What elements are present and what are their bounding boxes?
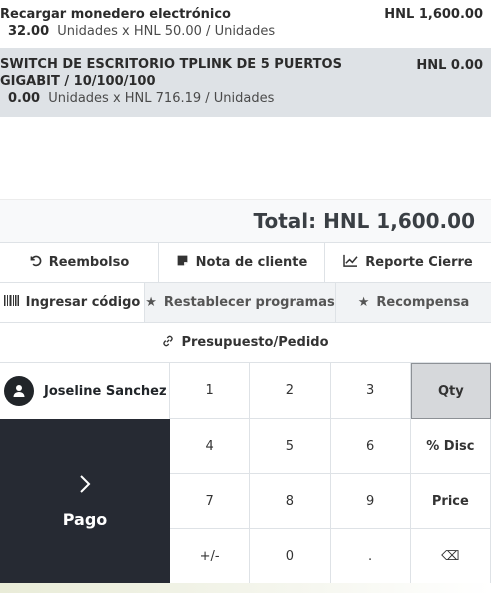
numpad-key-dot[interactable]: . [330, 529, 411, 584]
line-info: 0.00 Unidades x HNL 716.19 / Unidades [0, 90, 483, 107]
user-icon [4, 376, 34, 406]
numpad-key-4[interactable]: 4 [170, 419, 251, 474]
numpad-key-3[interactable]: 3 [330, 363, 411, 419]
backspace-key[interactable]: ⌫ [410, 529, 491, 584]
discount-mode-button[interactable]: % Disc [410, 419, 491, 474]
numpad-key-sign[interactable]: +/- [170, 529, 251, 584]
numpad-key-2[interactable]: 2 [250, 363, 331, 419]
action-pad: Joseline Sanchez Pago 1 2 3 Qty 4 5 6 % … [0, 362, 491, 584]
numpad-key-6[interactable]: 6 [330, 419, 411, 474]
footer-strip [0, 583, 491, 593]
control-row-1: Reembolso Nota de cliente Reporte Cierre [0, 242, 491, 282]
numpad: 1 2 3 Qty 4 5 6 % Disc 7 8 9 Price +/- 0… [170, 363, 491, 584]
customer-note-button[interactable]: Nota de cliente [159, 243, 325, 282]
numpad-key-8[interactable]: 8 [250, 474, 331, 529]
customer-name: Joseline Sanchez [44, 383, 167, 399]
control-row-3: Presupuesto/Pedido [0, 322, 491, 362]
quotation-order-button[interactable]: Presupuesto/Pedido [0, 323, 491, 362]
order-total: Total: HNL 1,600.00 [253, 209, 475, 233]
numpad-key-1[interactable]: 1 [170, 363, 251, 419]
order-line[interactable]: Recargar monedero electrónico HNL 1,600.… [0, 0, 491, 48]
line-unit-detail: Unidades x HNL 716.19 / Unidades [48, 91, 275, 106]
line-price: HNL 1,600.00 [384, 7, 483, 22]
order-lines: Recargar monedero electrónico HNL 1,600.… [0, 0, 491, 199]
barcode-icon [3, 295, 19, 310]
order-line-selected[interactable]: SWITCH DE ESCRITORIO TPLINK DE 5 PUERTOS… [0, 48, 491, 117]
line-info: 32.00 Unidades x HNL 50.00 / Unidades [0, 23, 483, 40]
numpad-key-0[interactable]: 0 [250, 529, 331, 584]
price-mode-button[interactable]: Price [410, 474, 491, 529]
actionpad-left: Joseline Sanchez Pago [0, 363, 170, 583]
numpad-key-7[interactable]: 7 [170, 474, 251, 529]
numpad-key-5[interactable]: 5 [250, 419, 331, 474]
quotation-order-label: Presupuesto/Pedido [181, 335, 329, 350]
closing-report-button[interactable]: Reporte Cierre [325, 243, 491, 282]
reward-button[interactable]: ★ Recompensa [336, 283, 491, 322]
star-icon: ★ [145, 295, 157, 310]
line-qty: 32.00 [8, 24, 50, 39]
refund-button[interactable]: Reembolso [0, 243, 159, 282]
order-total-bar: Total: HNL 1,600.00 [0, 199, 491, 242]
product-name: SWITCH DE ESCRITORIO TPLINK DE 5 PUERTOS… [0, 57, 342, 89]
refund-label: Reembolso [48, 255, 130, 270]
line-unit-detail: Unidades x HNL 50.00 / Unidades [57, 24, 276, 39]
chart-line-icon [343, 254, 358, 271]
undo-icon [29, 254, 42, 271]
numpad-key-9[interactable]: 9 [330, 474, 411, 529]
star-icon: ★ [357, 295, 370, 310]
chevron-right-icon [78, 474, 92, 500]
line-qty: 0.00 [8, 91, 41, 106]
note-icon [176, 254, 189, 271]
enter-code-button[interactable]: Ingresar código [0, 283, 145, 322]
qty-mode-button[interactable]: Qty [410, 363, 491, 419]
closing-report-label: Reporte Cierre [365, 255, 473, 270]
reset-programs-button[interactable]: ★ Restablecer programas [145, 283, 336, 322]
customer-note-label: Nota de cliente [195, 255, 308, 270]
line-price: HNL 0.00 [416, 58, 483, 73]
payment-label: Pago [62, 509, 108, 529]
payment-button[interactable]: Pago [0, 419, 170, 583]
link-icon [162, 335, 174, 351]
customer-button[interactable]: Joseline Sanchez [0, 363, 170, 419]
reset-programs-label: Restablecer programas [163, 295, 335, 310]
enter-code-label: Ingresar código [25, 295, 141, 310]
reward-label: Recompensa [376, 295, 470, 310]
control-row-2: Ingresar código ★ Restablecer programas … [0, 282, 491, 322]
